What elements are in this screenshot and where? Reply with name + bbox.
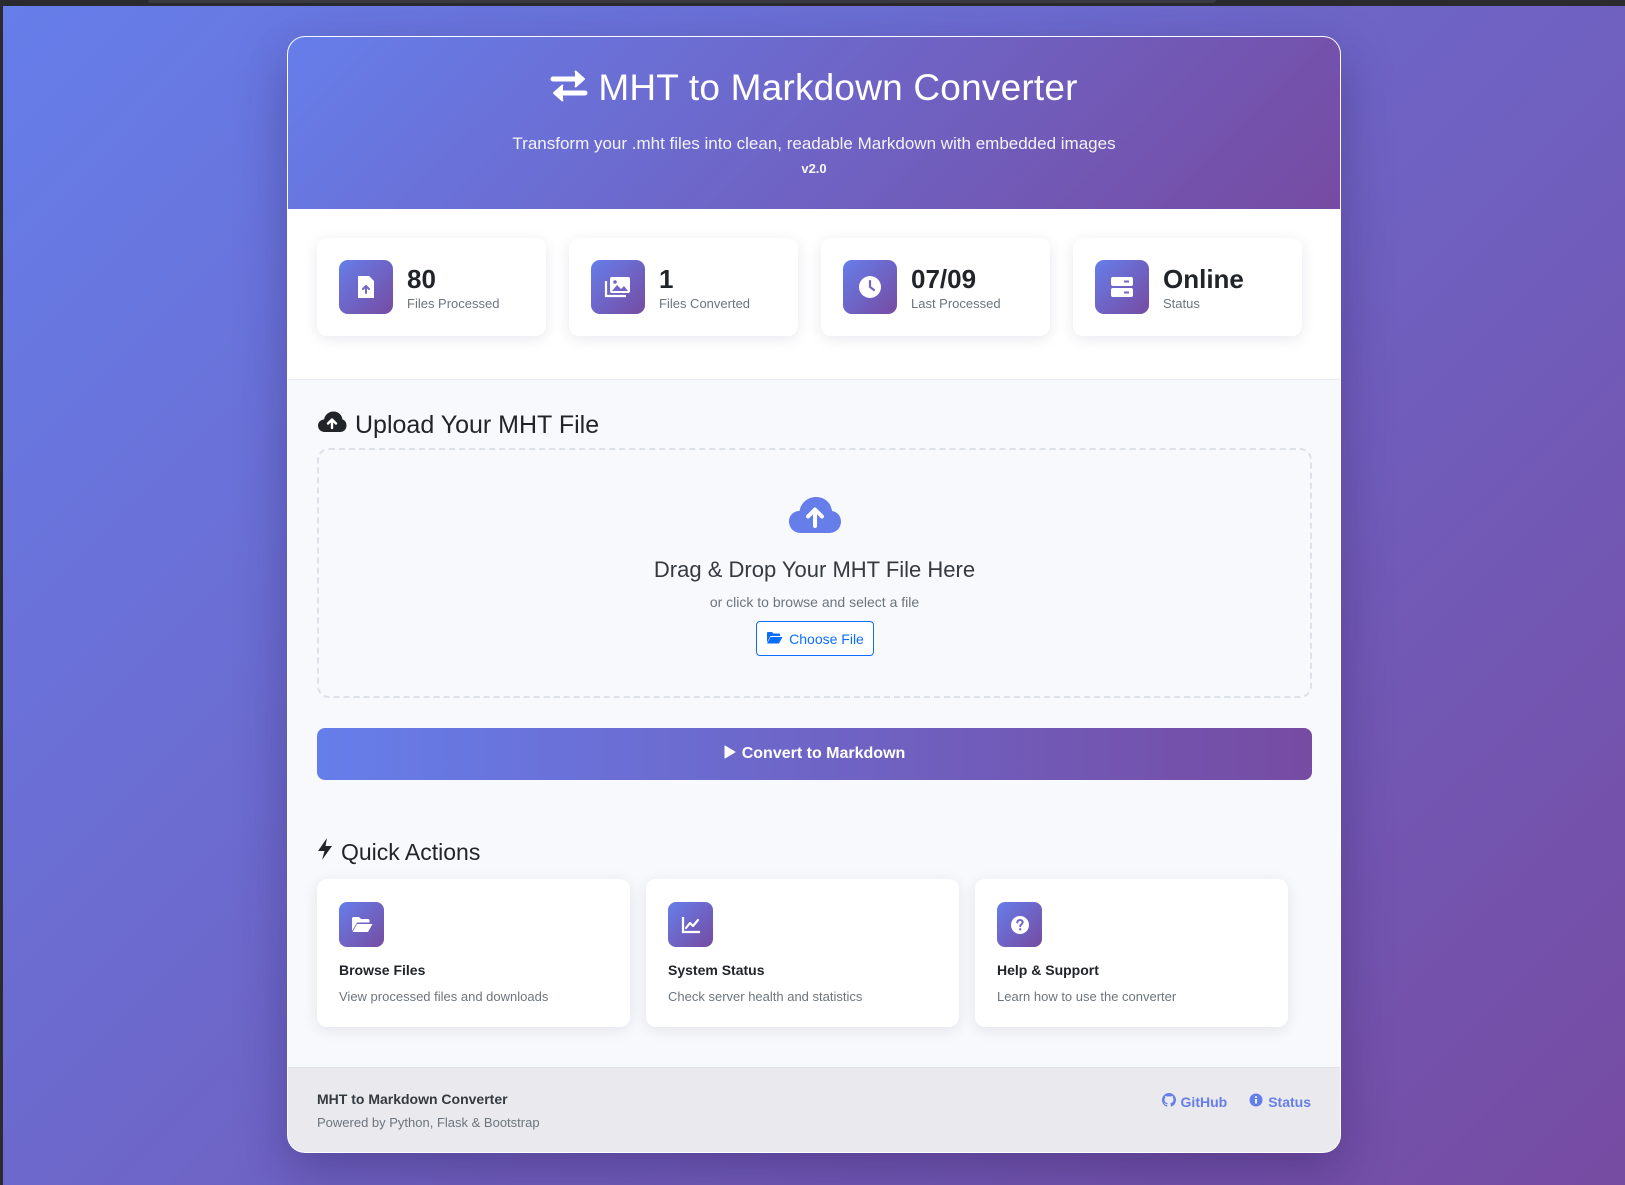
- quick-action-help-support[interactable]: Help & Support Learn how to use the conv…: [975, 879, 1288, 1027]
- upload-heading: Upload Your MHT File: [317, 410, 1312, 441]
- quick-action-desc: Check server health and statistics: [668, 989, 863, 1004]
- version-label: v2.0: [801, 161, 827, 176]
- stat-label: Files Processed: [407, 295, 500, 311]
- upload-section-title: Upload Your MHT File: [355, 411, 600, 439]
- chart-line-icon: [668, 902, 713, 947]
- file-upload-icon: [339, 260, 393, 314]
- convert-button[interactable]: Convert to Markdown: [317, 728, 1312, 780]
- stat-status: Online Status: [1073, 238, 1302, 336]
- window-top-frame: [0, 0, 1625, 6]
- github-link[interactable]: GitHub: [1161, 1093, 1228, 1110]
- stats-row: 80 Files Processed 1 Files Converted 07/…: [288, 209, 1340, 380]
- quick-actions-heading: Quick Actions: [317, 837, 480, 867]
- github-icon: [1161, 1093, 1176, 1110]
- page-subtitle: Transform your .mht files into clean, re…: [512, 134, 1116, 153]
- stat-value: Online: [1163, 263, 1244, 294]
- cloud-upload-icon: [317, 410, 347, 441]
- clock-icon: [843, 260, 897, 314]
- stat-last-processed: 07/09 Last Processed: [821, 238, 1050, 336]
- page-footer: MHT to Markdown Converter Powered by Pyt…: [288, 1067, 1340, 1152]
- dropzone-subtitle: or click to browse and select a file: [709, 594, 920, 610]
- stat-value: 80: [407, 263, 436, 294]
- file-dropzone[interactable]: Drag & Drop Your MHT File Here or click …: [317, 448, 1312, 698]
- stat-label: Files Converted: [659, 295, 751, 311]
- stat-label: Status: [1163, 295, 1200, 311]
- convert-label: Convert to Markdown: [741, 745, 906, 762]
- footer-subtitle: Powered by Python, Flask & Bootstrap: [317, 1115, 540, 1130]
- bolt-icon: [317, 837, 333, 867]
- github-label: GitHub: [1180, 1093, 1228, 1110]
- choose-file-label: Choose File: [789, 630, 864, 647]
- dropzone-title: Drag & Drop Your MHT File Here: [653, 557, 976, 582]
- main-card: MHT to Markdown Converter Transform your…: [287, 36, 1341, 1153]
- quick-action-title: Help & Support: [997, 962, 1099, 978]
- quick-action-desc: View processed files and downloads: [339, 989, 549, 1004]
- play-icon: [724, 745, 736, 764]
- status-label: Status: [1268, 1093, 1311, 1110]
- cloud-upload-icon: [319, 495, 1310, 535]
- stat-files-processed: 80 Files Processed: [317, 238, 546, 336]
- quick-action-title: Browse Files: [339, 962, 426, 978]
- window-left-frame: [0, 0, 3, 1185]
- footer-links: GitHub Status: [1161, 1093, 1311, 1110]
- stat-value: 07/09: [911, 263, 977, 294]
- stat-value: 1: [659, 263, 674, 294]
- footer-title: MHT to Markdown Converter: [317, 1091, 508, 1107]
- folder-open-icon: [339, 902, 384, 947]
- question-icon: [997, 902, 1042, 947]
- images-icon: [591, 260, 645, 314]
- quick-action-title: System Status: [668, 962, 765, 978]
- info-icon: [1249, 1093, 1263, 1110]
- folder-open-icon: [766, 631, 783, 647]
- quick-action-system-status[interactable]: System Status Check server health and st…: [646, 879, 959, 1027]
- stat-label: Last Processed: [911, 295, 1001, 311]
- choose-file-button[interactable]: Choose File: [756, 621, 874, 656]
- upload-section: Upload Your MHT File Drag & Drop Your MH…: [317, 410, 1312, 698]
- status-link[interactable]: Status: [1249, 1093, 1311, 1110]
- quick-action-desc: Learn how to use the converter: [997, 989, 1177, 1004]
- stat-files-converted: 1 Files Converted: [569, 238, 798, 336]
- quick-action-browse-files[interactable]: Browse Files View processed files and do…: [317, 879, 630, 1027]
- server-icon: [1095, 260, 1149, 314]
- quick-actions-title: Quick Actions: [341, 838, 481, 865]
- exchange-icon: [550, 68, 588, 109]
- page-title: MHT to Markdown Converter: [598, 67, 1078, 108]
- page-header: MHT to Markdown Converter Transform your…: [288, 37, 1340, 209]
